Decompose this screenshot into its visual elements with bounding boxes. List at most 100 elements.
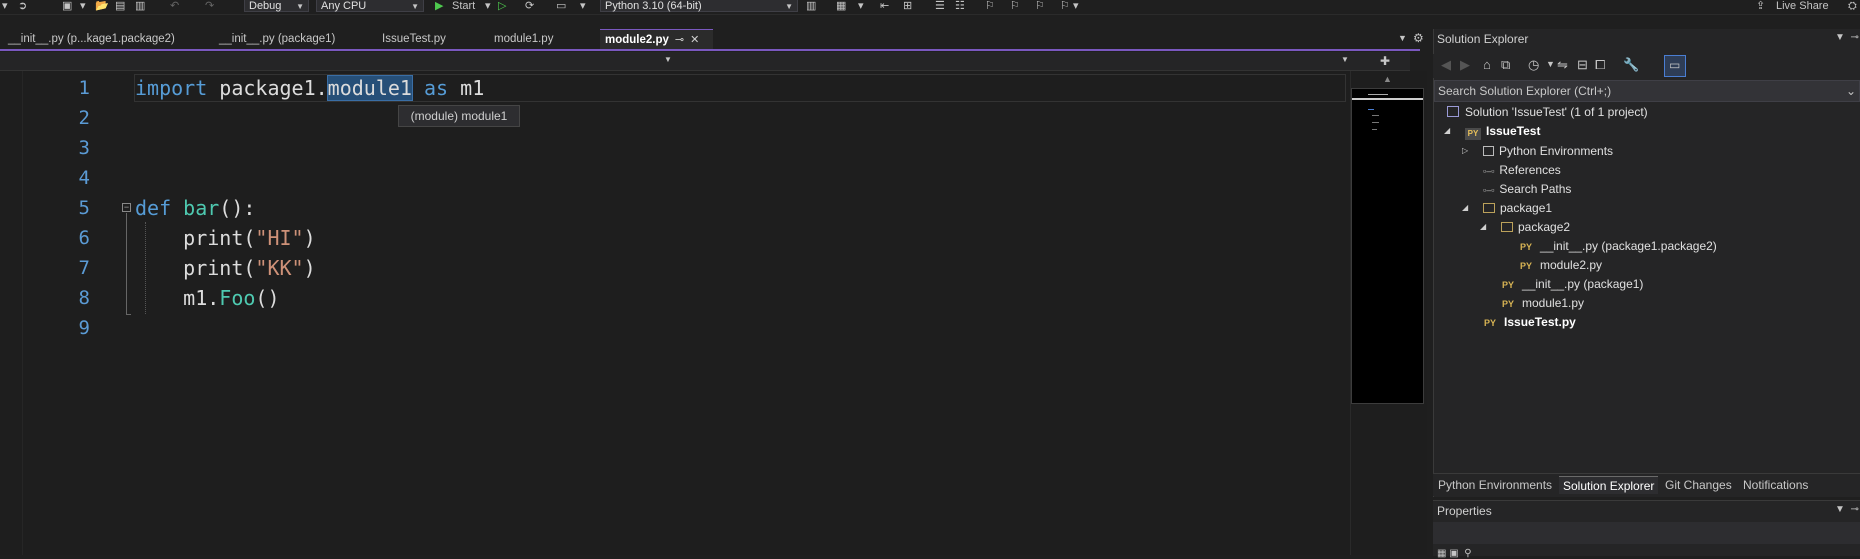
member-dropdown[interactable]: ▼ <box>678 52 1350 70</box>
comment-icon[interactable]: ☰ <box>935 0 945 12</box>
switch-views-icon[interactable]: ⧉ <box>1501 57 1510 73</box>
tree-item-issuetest[interactable]: PY IssueTest.py <box>1484 314 1576 331</box>
dropdown-arrow-icon[interactable]: ▾ <box>858 0 864 12</box>
dropdown-arrow-icon[interactable]: ▼ <box>1546 59 1555 69</box>
tree-item-module2[interactable]: PY module2.py <box>1520 257 1602 274</box>
person-icon[interactable]: ⛭ <box>1848 0 1857 12</box>
tab-git-changes[interactable]: Git Changes <box>1665 476 1732 494</box>
split-editor-icon[interactable]: ✚ <box>1380 54 1390 68</box>
tab-notifications[interactable]: Notifications <box>1743 476 1808 494</box>
navigate-forward-icon[interactable]: ➲ <box>18 0 27 12</box>
dropdown-arrow-icon[interactable]: ▾ <box>2 0 8 12</box>
bookmark-clear-icon[interactable]: ⚐ <box>1060 0 1070 12</box>
expanded-triangle-icon[interactable]: ◢ <box>1480 219 1486 235</box>
bookmark-next-icon[interactable]: ⚐ <box>1035 0 1045 12</box>
code-editor[interactable] <box>0 71 1350 555</box>
code-minimap[interactable] <box>1351 88 1424 404</box>
close-icon[interactable]: ✕ <box>690 34 699 46</box>
live-share-icon[interactable]: ⇪ <box>1756 0 1765 12</box>
collapse-all-icon[interactable]: ⊟ <box>1577 57 1588 73</box>
scroll-up-arrow-icon[interactable]: ▲ <box>1383 74 1392 84</box>
gear-icon[interactable]: ⚙ <box>1413 31 1424 45</box>
undo-icon[interactable]: ↶ <box>170 0 179 12</box>
selected-module-name[interactable]: module1 <box>326 75 413 101</box>
window-icon[interactable]: ▭ <box>556 0 566 12</box>
tab-options-icon[interactable]: ▼ <box>1398 33 1407 43</box>
tab-python-environments[interactable]: Python Environments <box>1438 476 1552 494</box>
tree-item-init-package2[interactable]: PY __init__.py (package1.package2) <box>1520 238 1717 255</box>
tree-item-python-environments[interactable]: Python Environments <box>1483 143 1613 159</box>
tab-solution-explorer[interactable]: Solution Explorer <box>1559 476 1659 494</box>
hot-reload-icon[interactable]: ⟳ <box>525 0 534 12</box>
python-interpreter-select[interactable]: Python 3.10 (64-bit) ▼ <box>600 0 798 12</box>
start-play-icon[interactable]: ▶ <box>435 0 443 12</box>
window-layout-icon[interactable]: ▦ <box>836 0 846 12</box>
platform-select[interactable]: Any CPU ▼ <box>316 0 424 12</box>
tree-item-search-paths[interactable]: ▫–▫ Search Paths <box>1483 181 1571 198</box>
open-folder-icon[interactable]: 📂 <box>95 0 109 12</box>
sync-icon[interactable]: ⇋ <box>1557 57 1568 73</box>
properties-object-selector[interactable] <box>1433 522 1860 544</box>
bookmark-icon[interactable]: ⚐ <box>985 0 995 12</box>
redo-icon[interactable]: ↷ <box>205 0 214 12</box>
panel-options-icon[interactable]: ▼ ⊸ <box>1835 504 1859 515</box>
dropdown-arrow-icon[interactable]: ▾ <box>580 0 586 12</box>
tab-init-package2[interactable]: __init__.py (p...kage1.package2) <box>8 29 175 49</box>
tree-item-package1[interactable]: package1 <box>1483 200 1552 216</box>
dropdown-arrow-icon[interactable]: ▾ <box>485 0 491 12</box>
tree-item-module1[interactable]: PY module1.py <box>1502 295 1584 312</box>
save-all-icon[interactable]: ▥ <box>135 0 145 12</box>
close-paren: ) <box>303 256 316 280</box>
tab-module2[interactable]: module2.py ⊸ ✕ <box>600 29 713 49</box>
tree-item-init-package1[interactable]: PY __init__.py (package1) <box>1502 276 1643 293</box>
collapse-region-icon[interactable]: − <box>122 203 131 212</box>
tool-window-tabs: Python Environments Solution Explorer Gi… <box>1433 473 1860 496</box>
tab-label: module2.py <box>605 34 669 46</box>
align-icon[interactable]: ⇤ <box>880 0 889 12</box>
save-icon[interactable]: ▤ <box>115 0 125 12</box>
string-literal: "HI" <box>255 226 304 250</box>
tab-init-package1[interactable]: __init__.py (package1) <box>219 29 335 49</box>
code-line-1[interactable]: import package1.module1 as m1 <box>135 73 484 103</box>
minimap-line <box>1368 109 1374 110</box>
collapsed-triangle-icon[interactable]: ▷ <box>1462 143 1468 159</box>
bookmark-prev-icon[interactable]: ⚐ <box>1010 0 1020 12</box>
properties-toolbar-icon[interactable]: ▦ ▣ ⚲ <box>1437 548 1472 559</box>
dropdown-arrow-icon[interactable]: ▾ <box>80 0 86 12</box>
tab-issuetest[interactable]: IssueTest.py <box>382 29 446 49</box>
start-label[interactable]: Start <box>452 0 475 12</box>
pending-changes-icon[interactable]: ◷ <box>1528 57 1539 73</box>
home-icon[interactable]: ⌂ <box>1483 57 1491 72</box>
live-share-button[interactable]: Live Share <box>1776 0 1829 12</box>
tree-item-project[interactable]: PY IssueTest <box>1465 123 1540 140</box>
scope-dropdown[interactable]: ▼ <box>0 52 676 70</box>
tree-item-references[interactable]: ▫–▫ References <box>1483 162 1561 179</box>
format-icon[interactable]: ⊞ <box>903 0 912 12</box>
expanded-triangle-icon[interactable]: ◢ <box>1444 123 1450 139</box>
tree-item-label: package2 <box>1518 220 1571 234</box>
tree-item-solution[interactable]: Solution 'IssueTest' (1 of 1 project) <box>1447 104 1648 120</box>
properties-wrench-icon[interactable]: 🔧 <box>1623 57 1639 73</box>
tab-module1[interactable]: module1.py <box>494 29 553 49</box>
editor-indicator-margin <box>0 71 23 555</box>
show-all-files-icon[interactable]: ⧠ <box>1595 57 1605 73</box>
configuration-select[interactable]: Debug ▼ <box>244 0 309 12</box>
solution-explorer-search-input[interactable]: Search Solution Explorer (Ctrl+;) ⌄ <box>1434 80 1860 102</box>
new-item-icon[interactable]: ▣ <box>62 0 72 12</box>
search-options-icon[interactable]: ⌄ <box>1846 81 1856 101</box>
dropdown-arrow-icon[interactable]: ▾ <box>1073 0 1079 12</box>
pin-icon[interactable]: ⊸ <box>675 34 684 46</box>
uncomment-icon[interactable]: ☷ <box>955 0 965 12</box>
back-icon[interactable]: ◀ <box>1441 57 1451 73</box>
code-line-6[interactable]: print("HI") <box>135 223 315 253</box>
expanded-triangle-icon[interactable]: ◢ <box>1462 200 1468 216</box>
forward-icon[interactable]: ▶ <box>1460 57 1470 73</box>
code-line-7[interactable]: print("KK") <box>135 253 316 283</box>
layout-icon[interactable]: ▥ <box>806 0 816 12</box>
code-line-8[interactable]: m1.Foo() <box>135 283 279 313</box>
panel-options-icon[interactable]: ▼ ⊸ <box>1835 32 1859 43</box>
preview-selected-items-button[interactable]: ▭ <box>1664 55 1686 77</box>
tree-item-package2[interactable]: package2 <box>1501 219 1570 235</box>
code-line-5[interactable]: def bar(): <box>135 193 255 223</box>
start-without-debug-icon[interactable]: ▷ <box>498 0 506 12</box>
